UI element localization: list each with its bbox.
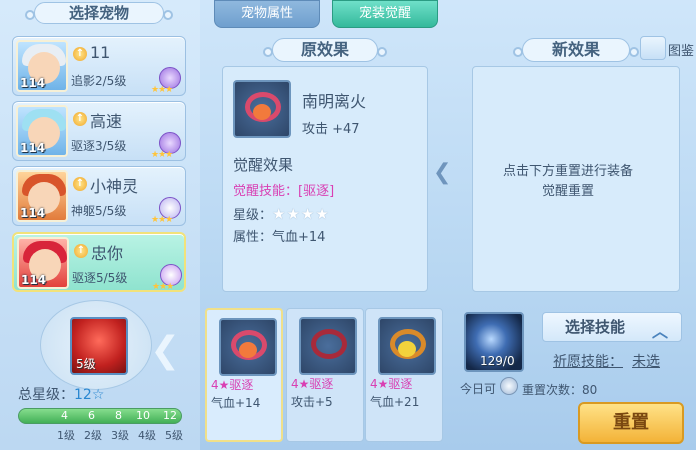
- item-thumbnail: [299, 317, 357, 375]
- item-name: 南明离火: [302, 92, 367, 111]
- star-level-label: 3级: [111, 429, 129, 442]
- equipment-level: 5级: [76, 357, 96, 371]
- wish-skill-label: 祈愿技能：: [553, 354, 623, 370]
- awaken-choice-2[interactable]: 4★驱逐 攻击+5: [286, 308, 364, 442]
- pet-name: 11: [90, 43, 111, 62]
- equipment-slot[interactable]: 5级: [70, 317, 128, 375]
- today-label: 今日可: [460, 382, 497, 396]
- pet-level: 114: [20, 76, 46, 90]
- pet-name: 高速: [90, 112, 123, 131]
- item-thumbnail: [378, 317, 436, 375]
- new-effect-hint: 点击下方重置进行装备 觉醒重置: [502, 164, 633, 199]
- choice-attr: 气血+21: [370, 395, 420, 409]
- chevron-up-icon[interactable]: ︿: [652, 318, 668, 342]
- star-tick: 10: [136, 409, 150, 422]
- star-level-label: 5级: [165, 429, 183, 442]
- star-tick: 12: [163, 409, 177, 422]
- item-thumbnail: [233, 80, 291, 138]
- orb-count: 129/0: [480, 354, 515, 368]
- reset-count: 重置次数：80: [522, 383, 598, 397]
- pet-level: 114: [20, 206, 46, 220]
- choice-star-skill: 4★驱逐: [370, 377, 413, 391]
- star-level-label: 1级: [57, 429, 75, 442]
- pet-avatar-3: 114: [16, 170, 68, 222]
- pet-skill: 驱逐3/5级: [71, 139, 127, 153]
- star-tick: 4: [61, 409, 68, 422]
- stars-icon: ★★★★: [272, 205, 330, 223]
- item-attack: 攻击 +47: [302, 122, 360, 137]
- divider-chevron-icon: ❮: [433, 160, 452, 185]
- tab-equipment-awaken[interactable]: 宠装觉醒: [332, 0, 438, 28]
- pet-level: 114: [20, 141, 46, 155]
- pet-stars-icon: ★★★: [152, 282, 174, 292]
- pet-name: 忠你: [91, 244, 124, 263]
- select-pet-title: 选择宠物: [25, 2, 173, 24]
- awaken-star: 星级：★★★★: [233, 205, 330, 223]
- pet-stars-icon: ★★★: [151, 150, 173, 160]
- pet-card-4[interactable]: 114 ↑ 忠你 驱逐5/5级 ★★★: [12, 232, 186, 292]
- awaken-choice-3[interactable]: 4★驱逐 气血+21: [365, 308, 443, 442]
- upgrade-icon: ↑: [73, 112, 87, 126]
- star-progress-bar: [18, 408, 182, 424]
- pet-avatar-4: 114: [17, 237, 69, 289]
- star-level-label: 2级: [84, 429, 102, 442]
- total-star-value: 12: [74, 387, 92, 403]
- reset-button[interactable]: 重置: [578, 402, 684, 444]
- upgrade-icon: ↑: [73, 177, 87, 191]
- pet-card-1[interactable]: 114 ↑ 11 追影2/5级 ★★★: [12, 36, 186, 96]
- original-effect-title: 原效果: [263, 38, 387, 62]
- pet-skill: 驱逐5/5级: [72, 271, 128, 285]
- new-effect-title: 新效果: [513, 38, 639, 62]
- choice-attr: 攻击+5: [291, 395, 333, 409]
- pet-card-3[interactable]: 114 ↑ 小神灵 神躯5/5级 ★★★: [12, 166, 186, 226]
- arrow-left-icon: ❮: [150, 330, 181, 371]
- awaken-title: 觉醒效果: [233, 156, 294, 174]
- reset-orb-item: 129/0: [464, 312, 524, 372]
- star-level-label: 4级: [138, 429, 156, 442]
- awaken-attribute: 属性：气血+14: [233, 230, 326, 245]
- star-icon: ☆: [91, 387, 105, 403]
- item-thumbnail: [219, 318, 277, 376]
- pet-avatar-2: 114: [16, 105, 68, 157]
- help-label[interactable]: 图鉴: [668, 40, 694, 59]
- total-star: 总星级：12☆: [18, 387, 105, 403]
- pet-level: 114: [21, 273, 47, 287]
- pet-skill: 追影2/5级: [71, 74, 127, 88]
- pet-card-2[interactable]: 114 ↑ 高速 驱逐3/5级 ★★★: [12, 101, 186, 161]
- choice-star-skill: 4★驱逐: [211, 378, 254, 392]
- choice-attr: 气血+14: [211, 396, 261, 410]
- upgrade-icon: ↑: [74, 244, 88, 258]
- star-tick: 8: [115, 409, 122, 422]
- star-tick: 6: [88, 409, 95, 422]
- choice-star-skill: 4★驱逐: [291, 377, 334, 391]
- pet-avatar-1: 114: [16, 40, 68, 92]
- tab-pet-attributes[interactable]: 宠物属性: [214, 0, 320, 28]
- coin-icon: [500, 377, 518, 395]
- pet-stars-icon: ★★★: [151, 85, 173, 95]
- book-icon[interactable]: [640, 36, 666, 60]
- pet-skill: 神躯5/5级: [71, 204, 127, 218]
- pet-name: 小神灵: [90, 177, 139, 196]
- awaken-choice-1[interactable]: 4★驱逐 气血+14: [205, 308, 283, 442]
- awaken-skill: 觉醒技能：[驱逐]: [233, 184, 335, 199]
- wish-skill-value[interactable]: 未选: [632, 351, 660, 371]
- upgrade-icon: ↑: [73, 47, 87, 61]
- pet-stars-icon: ★★★: [151, 215, 173, 225]
